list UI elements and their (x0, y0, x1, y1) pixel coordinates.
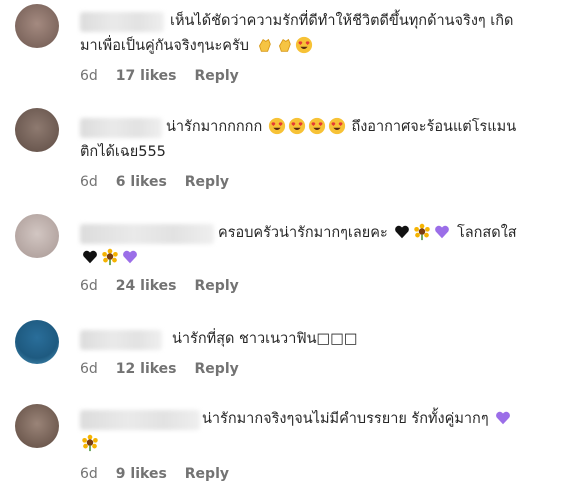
comment-line-1: ครอบครัวน่ารักมากๆเลยคะ โลกสดใส (80, 221, 560, 246)
comment-line-2 (80, 246, 560, 271)
likes-count[interactable]: 6 likes (116, 174, 167, 190)
comment-text: ครอบครัวน่ารักมากๆเลยคะ โลกสดใส (80, 221, 560, 271)
comment-line-1: น่ารักมากกกกก ถึงอากาศจะร้อนแต่โรแมน (80, 115, 560, 140)
sunflower-emoji (82, 434, 98, 452)
clap-emoji (258, 38, 271, 52)
comment-age: 6d (80, 361, 98, 377)
reply-button[interactable]: Reply (195, 361, 239, 377)
sunflower-emoji (102, 248, 118, 266)
comment-text: น่ารักมากกกกก ถึงอากาศจะร้อนแต่โรแมน ติก… (80, 115, 560, 165)
heart-eyes-emoji (328, 117, 345, 135)
comment-line-1-text: น่ารักมากจริงๆจนไม่มีคำบรรยาย รักทั้งคู่… (202, 411, 489, 427)
reply-button[interactable]: Reply (185, 174, 229, 190)
avatar[interactable] (15, 4, 59, 48)
comment-text: น่ารักมากจริงๆจนไม่มีคำบรรยาย รักทั้งคู่… (80, 407, 560, 457)
comment-line-2: มาเพื่อเป็นคู่กันจริงๆนะครับ (80, 34, 560, 59)
purple-heart-emoji (435, 225, 450, 239)
comment-line-2: ติกได้เฉย555 (80, 144, 166, 160)
heart-eyes-emoji (295, 36, 312, 54)
black-heart-emoji (395, 225, 410, 239)
reply-button[interactable]: Reply (185, 466, 229, 482)
comment-meta: 6d 17 likes Reply (80, 68, 257, 84)
comment-meta: 6d 9 likes Reply (80, 466, 247, 482)
avatar[interactable] (15, 404, 59, 448)
comment-line-1: น่ารักมากจริงๆจนไม่มีคำบรรยาย รักทั้งคู่… (80, 407, 560, 432)
clap-emoji (278, 38, 291, 52)
likes-count[interactable]: 12 likes (116, 361, 177, 377)
comment-line-1-text-b: ถึงอากาศจะร้อนแต่โรแมน (351, 119, 517, 135)
avatar[interactable] (15, 108, 59, 152)
comment-age: 6d (80, 174, 98, 190)
sunflower-emoji (414, 223, 431, 241)
comment-age: 6d (80, 68, 98, 84)
heart-eyes-emoji (308, 117, 325, 135)
comment-meta: 6d 24 likes Reply (80, 278, 257, 294)
comment-line-1: เห็นได้ชัดว่าความรักที่ดีทำให้ชีวิตดีขึ้… (170, 13, 514, 29)
comment-age: 6d (80, 466, 98, 482)
purple-heart-emoji (123, 250, 137, 264)
comment-line-1-text: น่ารักมากกกกก (166, 119, 263, 135)
comment-line-2 (80, 432, 560, 457)
avatar[interactable] (15, 214, 59, 258)
comment-text: เห็นได้ชัดว่าความรักที่ดีทำให้ชีวิตดีขึ้… (80, 9, 560, 59)
comment-meta: 6d 12 likes Reply (80, 361, 257, 377)
heart-eyes-emoji (288, 117, 305, 135)
likes-count[interactable]: 9 likes (116, 466, 167, 482)
comment-line-1-text: ครอบครัวน่ารักมากๆเลยคะ (218, 225, 388, 241)
reply-button[interactable]: Reply (195, 68, 239, 84)
avatar[interactable] (15, 320, 59, 364)
purple-heart-emoji (496, 411, 511, 425)
likes-count[interactable]: 17 likes (116, 68, 177, 84)
comment-age: 6d (80, 278, 98, 294)
comment-line-1-text-b: โลกสดใส (456, 225, 517, 241)
black-heart-emoji (83, 250, 97, 264)
comment-meta: 6d 6 likes Reply (80, 174, 247, 190)
likes-count[interactable]: 24 likes (116, 278, 177, 294)
heart-eyes-emoji (268, 117, 285, 135)
reply-button[interactable]: Reply (195, 278, 239, 294)
comment-line-2-text: มาเพื่อเป็นคู่กันจริงๆนะครับ (80, 38, 249, 54)
comment-text: น่ารักที่สุด ชาวเนวาฟิน□□□ (80, 327, 560, 352)
comment-line-1: น่ารักที่สุด ชาวเนวาฟิน□□□ (172, 331, 358, 347)
